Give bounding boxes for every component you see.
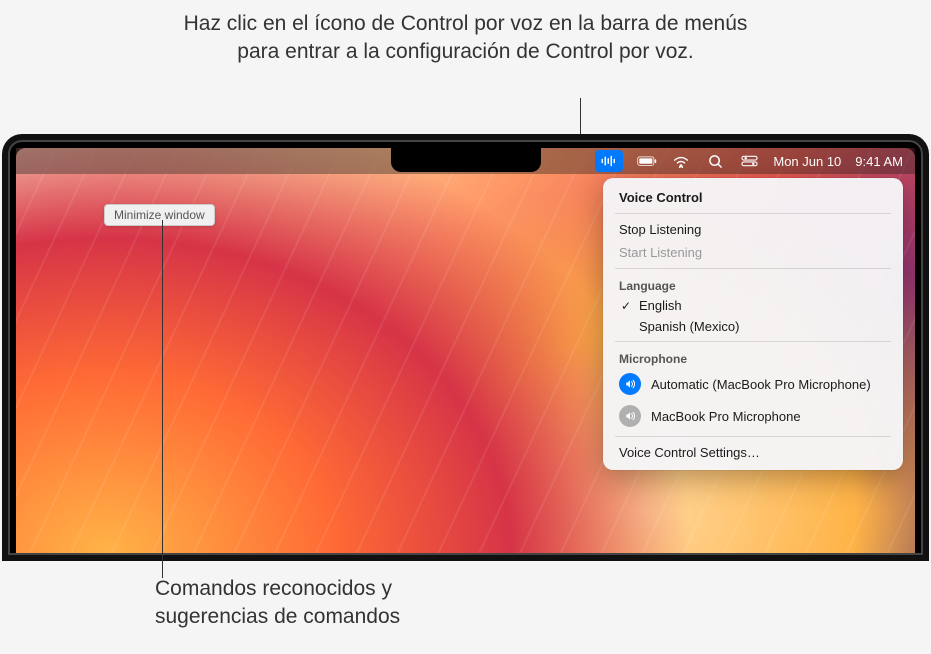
voice-command-suggestion-bubble: Minimize window [104, 204, 215, 226]
checkmark-icon: ✓ [619, 299, 633, 313]
display-notch [391, 148, 541, 172]
divider [615, 341, 891, 342]
screen: Mon Jun 10 9:41 AM Minimize window Voice… [16, 148, 915, 553]
start-listening-item: Start Listening [609, 241, 897, 264]
voice-control-settings-item[interactable]: Voice Control Settings… [609, 441, 897, 464]
language-name: English [639, 298, 682, 313]
menubar-time[interactable]: 9:41 AM [855, 154, 903, 169]
callout-line-bottom [162, 220, 163, 578]
spotlight-icon[interactable] [705, 153, 725, 169]
callout-bottom-line1: Comandos reconocidos y [155, 577, 392, 600]
callout-top-text: Haz clic en el ícono de Control por voz … [0, 10, 931, 67]
microphone-option-macbook[interactable]: MacBook Pro Microphone [609, 400, 897, 432]
callout-bottom-text: Comandos reconocidos y sugerencias de co… [155, 575, 400, 632]
divider [615, 436, 891, 437]
language-option-english[interactable]: ✓ English [609, 295, 897, 316]
language-section-label: Language [609, 273, 897, 295]
panel-title: Voice Control [609, 184, 897, 209]
microphone-option-automatic[interactable]: Automatic (MacBook Pro Microphone) [609, 368, 897, 400]
speaker-icon [619, 405, 641, 427]
voice-control-menubar-icon[interactable] [595, 150, 623, 172]
stop-listening-item[interactable]: Stop Listening [609, 218, 897, 241]
microphone-name: Automatic (MacBook Pro Microphone) [651, 377, 871, 392]
battery-icon[interactable] [637, 153, 657, 169]
callout-bottom-line2: sugerencias de comandos [155, 605, 400, 628]
divider [615, 268, 891, 269]
menubar-date[interactable]: Mon Jun 10 [773, 154, 841, 169]
speaker-icon [619, 373, 641, 395]
language-option-spanish[interactable]: Spanish (Mexico) [609, 316, 897, 337]
wifi-icon[interactable] [671, 153, 691, 169]
microphone-name: MacBook Pro Microphone [651, 409, 801, 424]
control-center-icon[interactable] [739, 153, 759, 169]
language-name: Spanish (Mexico) [639, 319, 739, 334]
macbook-frame: Mon Jun 10 9:41 AM Minimize window Voice… [8, 140, 923, 555]
microphone-section-label: Microphone [609, 346, 897, 368]
divider [615, 213, 891, 214]
voice-control-dropdown-panel: Voice Control Stop Listening Start Liste… [603, 178, 903, 470]
